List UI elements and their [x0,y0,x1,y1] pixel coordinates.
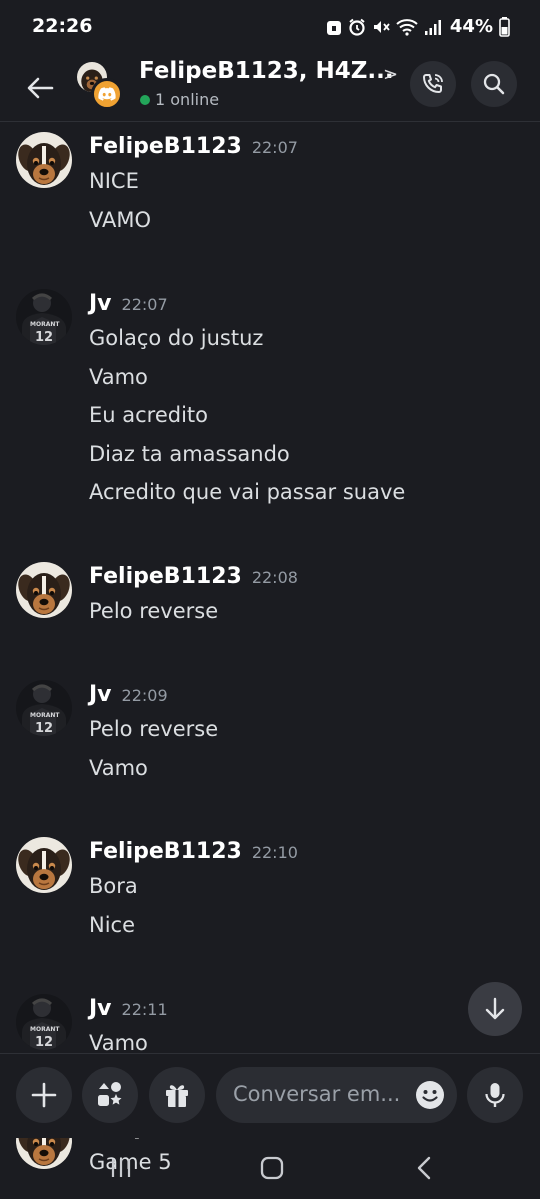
avatar[interactable]: MORANT 12 [16,680,72,736]
microphone-icon [485,1083,505,1107]
status-time: 22:26 [32,15,93,37]
chat-header: FelipeB1123, H4Z... > 1 online [0,56,540,122]
message-header: Jv 22:07 [89,291,168,316]
home-icon [260,1156,284,1180]
alarm-icon [349,18,365,36]
apps-icon [98,1082,122,1106]
svg-text:12: 12 [35,721,53,736]
message-header: FelipeB1123 22:08 [89,564,298,589]
apps-button[interactable] [82,1067,138,1123]
battery-level: 44% [449,16,493,37]
discord-dm-screen: 22:26 44% FelipeB1123, H4Z... > 1 online [0,0,540,1199]
gift-icon [166,1085,188,1107]
home-button[interactable] [252,1152,292,1184]
system-back-button[interactable] [404,1152,444,1184]
username[interactable]: Jv [89,291,112,316]
voice-message-button[interactable] [467,1067,523,1123]
message-timestamp: 22:07 [121,295,168,314]
wifi-icon [396,18,418,36]
username[interactable]: FelipeB1123 [89,839,242,864]
battery-icon [499,16,510,37]
message-timestamp: 22:11 [121,1000,168,1019]
message-text[interactable]: NICE [89,169,139,193]
arrow-down-icon [485,997,505,1020]
message-header: Jv 22:11 [89,996,168,1021]
avatar[interactable] [16,132,72,188]
avatar[interactable] [16,837,72,893]
scroll-to-bottom-button[interactable] [468,982,522,1036]
svg-text:MORANT: MORANT [30,1026,60,1033]
plus-icon [31,1082,57,1108]
message-text[interactable]: Nice [89,913,135,937]
status-icons: 44% [326,16,510,37]
message-text[interactable]: Vamo [89,756,148,780]
username[interactable]: Jv [89,996,112,1021]
svg-text:MORANT: MORANT [30,321,60,328]
message-timestamp: 22:10 [251,843,298,862]
svg-text:MORANT: MORANT [30,712,60,719]
message-text[interactable]: Vamo [89,1031,148,1055]
message-composer: Conversar em... [0,1053,540,1138]
message-text[interactable]: Bora [89,874,138,898]
message-text[interactable]: Pelo reverse [89,717,218,741]
status-bar: 22:26 44% [0,0,540,56]
back-button[interactable] [20,68,60,108]
avatar[interactable]: MORANT 12 [16,994,72,1050]
message-text[interactable]: Acredito que vai passar suave [89,480,405,504]
online-status-dot [140,95,150,105]
signal-icon [424,19,441,35]
message-text[interactable]: Diaz ta amassando [89,442,290,466]
search-button[interactable] [471,61,517,107]
emoji-icon[interactable] [415,1080,445,1110]
message-text[interactable]: Vamo [89,365,148,389]
chevron-left-icon [417,1156,431,1180]
discord-logo-icon [91,78,123,110]
group-avatar[interactable] [77,62,123,110]
phone-icon [423,74,443,93]
message-header: FelipeB1123 22:10 [89,839,298,864]
svg-text:12: 12 [35,1035,53,1050]
message-timestamp: 22:07 [251,138,298,157]
message-text[interactable]: Pelo reverse [89,599,218,623]
message-timestamp: 22:08 [251,567,298,587]
message-text[interactable]: Eu acredito [89,403,208,427]
message-text[interactable]: VAMO [89,208,151,232]
online-count: 1 online [155,90,220,109]
arrow-left-icon [27,77,54,99]
username[interactable]: FelipeB1123 [89,564,242,589]
message-input[interactable]: Conversar em... [216,1067,457,1123]
message-list[interactable]: FelipeB1123 22:07 NICE VAMO MORANT 12 Jv 22:07 G… [0,123,540,1174]
recents-icon [111,1159,131,1177]
message-timestamp: 22:09 [121,686,168,705]
svg-text:12: 12 [35,330,53,345]
avatar[interactable] [16,561,72,618]
gift-button[interactable] [149,1067,205,1123]
message-header: Jv 22:09 [89,682,168,707]
username[interactable]: Jv [89,682,112,707]
recent-apps-button[interactable] [101,1152,141,1184]
username[interactable]: FelipeB1123 [89,134,242,159]
search-icon [483,73,505,95]
chat-title[interactable]: FelipeB1123, H4Z... [139,58,394,84]
lock-notification-icon [326,20,341,35]
attach-button[interactable] [16,1067,72,1123]
call-button[interactable] [410,61,456,107]
avatar[interactable]: MORANT 12 [16,289,72,345]
message-text[interactable]: Golaço do justuz [89,326,263,350]
system-navigation-bar [0,1138,540,1199]
chevron-right-icon[interactable]: > [383,64,398,85]
mute-icon [373,20,390,33]
message-input-placeholder: Conversar em... [233,1082,401,1106]
message-header: FelipeB1123 22:07 [89,134,298,159]
